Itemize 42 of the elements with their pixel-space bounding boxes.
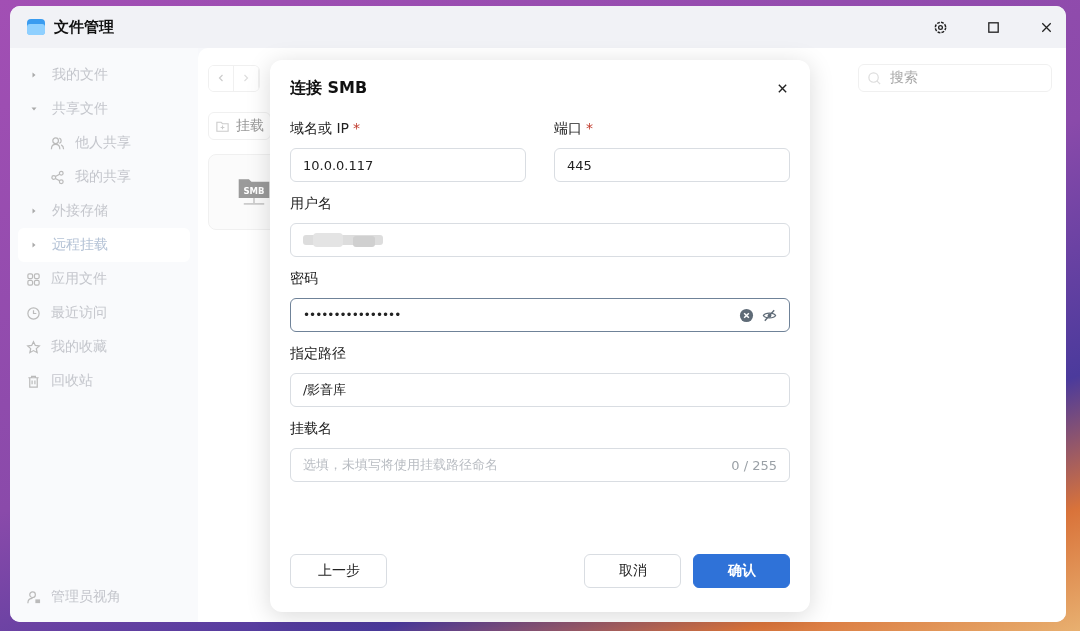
input-field[interactable]: /影音库 xyxy=(290,373,790,407)
search-icon xyxy=(867,70,882,86)
input-field[interactable]: •••••••••••••••• xyxy=(290,298,790,332)
folder-icon xyxy=(26,17,46,37)
cancel-button[interactable]: 取消 xyxy=(584,554,681,588)
caret-icon xyxy=(30,207,38,215)
share-icon xyxy=(50,169,65,185)
settings-icon[interactable] xyxy=(933,19,948,35)
search-field[interactable]: 搜索 xyxy=(858,64,1052,92)
required-asterisk: * xyxy=(353,120,361,138)
users-icon xyxy=(50,135,65,151)
window-title: 文件管理 xyxy=(54,17,114,37)
mount-button[interactable]: 挂载 xyxy=(208,112,271,140)
field-label: 域名或 IP xyxy=(290,120,350,138)
clear-icon[interactable] xyxy=(739,307,754,323)
chevron-right-icon xyxy=(241,73,251,83)
dialog-title: 连接 SMB xyxy=(290,77,368,99)
character-counter: 0 / 255 xyxy=(731,457,777,473)
input-field[interactable]: 10.0.0.117 xyxy=(290,148,526,182)
admin-user-icon xyxy=(26,589,41,605)
close-icon[interactable] xyxy=(777,82,788,94)
input-field[interactable]: 选填，未填写将使用挂载路径命名 0 / 255 xyxy=(290,448,790,482)
sidebar-item[interactable]: 远程挂载 xyxy=(18,228,190,262)
caret-icon xyxy=(30,241,38,249)
eye-slash-icon[interactable] xyxy=(762,307,777,323)
back-step-button[interactable]: 上一步 xyxy=(290,554,387,588)
input-field[interactable]: 445 xyxy=(554,148,790,182)
input-field[interactable] xyxy=(290,223,790,257)
maximize-icon[interactable] xyxy=(986,19,1001,35)
field-label: 端口 xyxy=(554,120,582,138)
required-asterisk: * xyxy=(586,120,593,138)
star-icon xyxy=(26,339,41,355)
clock-icon xyxy=(26,305,41,321)
field-label: 指定路径 xyxy=(290,345,346,363)
caret-icon xyxy=(30,105,38,113)
grid-icon xyxy=(26,271,41,287)
trash-icon xyxy=(26,373,41,389)
chevron-left-icon xyxy=(216,73,226,83)
field-label: 挂载名 xyxy=(290,420,332,438)
field-label: 密码 xyxy=(290,270,318,288)
confirm-button[interactable]: 确认 xyxy=(693,554,790,588)
caret-icon xyxy=(30,71,38,79)
